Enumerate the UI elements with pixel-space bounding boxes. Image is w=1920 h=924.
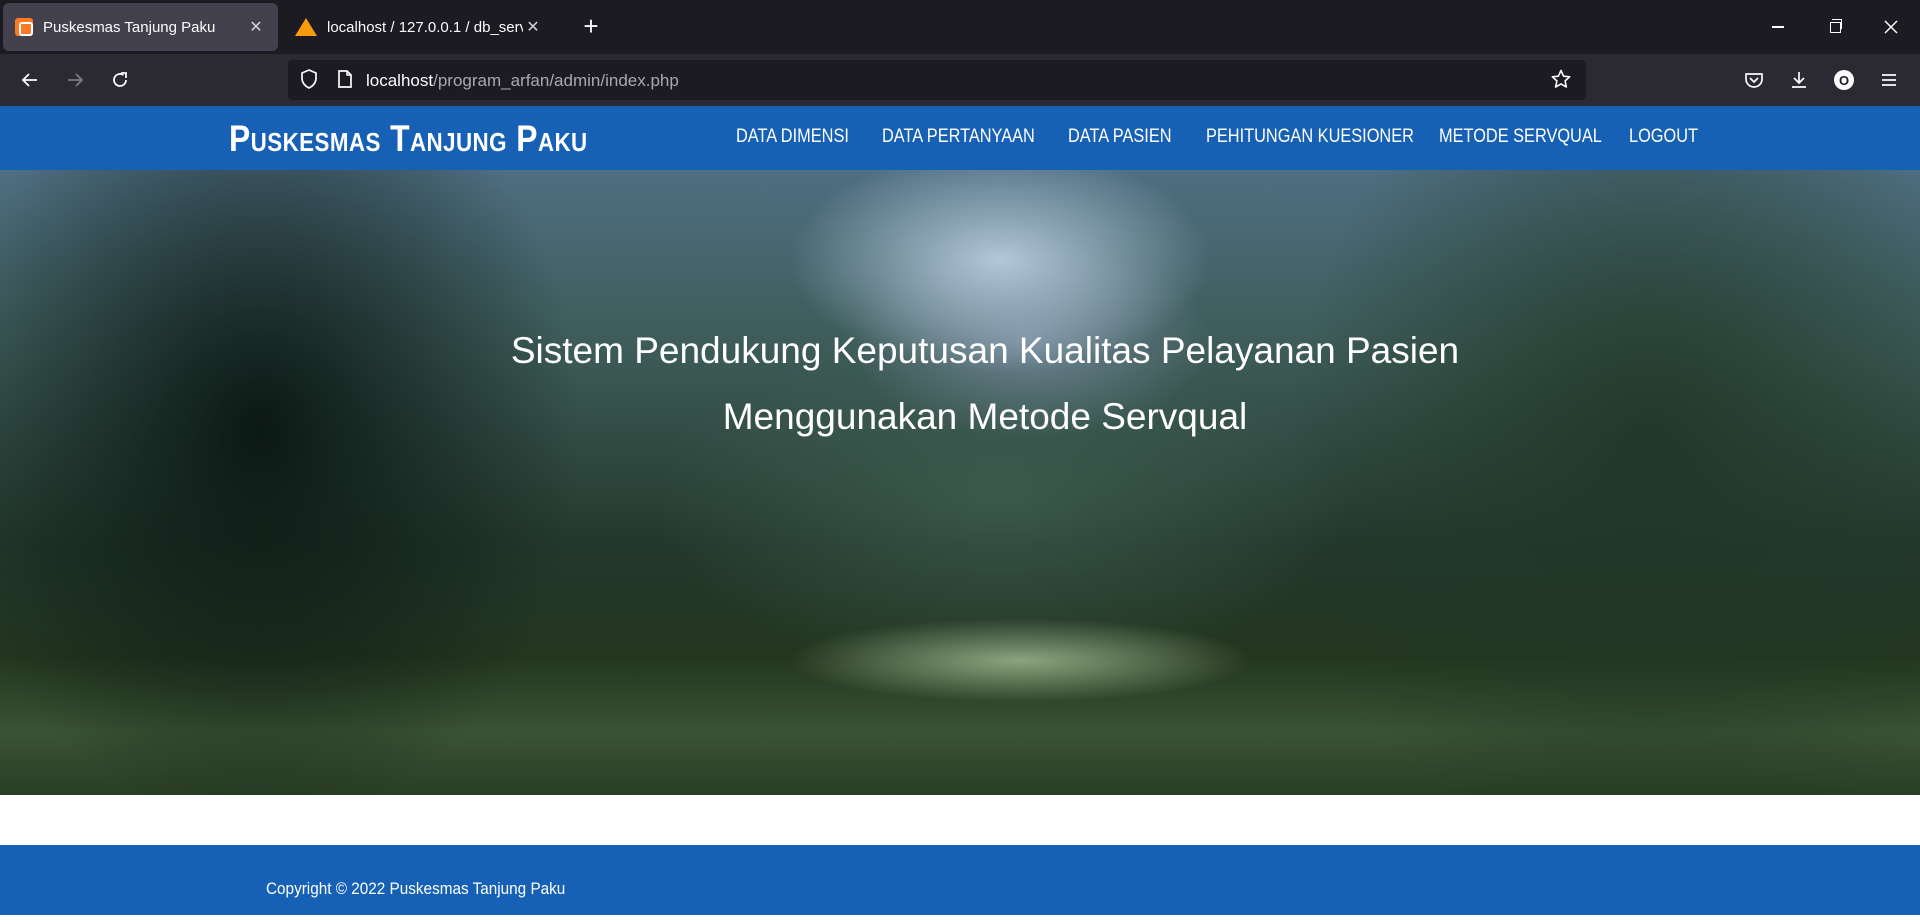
site-footer: Copyright © 2022 Puskesmas Tanjung Paku (0, 845, 1920, 915)
pocket-icon (1745, 73, 1763, 88)
shield-icon[interactable] (298, 68, 320, 95)
bookmark-star-icon[interactable] (1550, 68, 1572, 95)
url-bar[interactable]: localhost/program_arfan/admin/index.php (288, 60, 1586, 100)
close-icon[interactable]: ✕ (246, 17, 266, 37)
close-icon[interactable]: ✕ (523, 17, 543, 37)
nav-data-dimensi[interactable]: DATA DIMENSI (736, 126, 849, 148)
browser-toolbar: localhost/program_arfan/admin/index.php … (0, 54, 1920, 106)
nav-logout[interactable]: LOGOUT (1629, 126, 1698, 148)
restore-button[interactable] (1815, 10, 1855, 44)
minimize-button[interactable] (1758, 10, 1798, 44)
page-icon[interactable] (334, 68, 356, 95)
restore-icon (1829, 18, 1842, 33)
download-icon (1792, 72, 1806, 88)
url-host: localhost (366, 71, 434, 90)
browser-tab-strip: Puskesmas Tanjung Paku ✕ localhost / 127… (0, 0, 1920, 54)
pocket-button[interactable] (1738, 64, 1770, 96)
forward-button[interactable] (59, 64, 91, 96)
window-close-button[interactable] (1871, 10, 1911, 44)
minimize-icon (1772, 26, 1784, 28)
close-icon (1884, 20, 1898, 34)
url-path: /program_arfan/admin/index.php (433, 71, 679, 90)
tab-title: Puskesmas Tanjung Paku (43, 18, 216, 36)
nav-pehitungan-kuesioner[interactable]: PEHITUNGAN KUESIONER (1206, 126, 1414, 148)
site-header: Puskesmas Tanjung Paku DATA DIMENSI DATA… (0, 106, 1920, 170)
arrow-right-icon (68, 73, 84, 87)
hamburger-menu-icon (1882, 74, 1896, 86)
url-text[interactable]: localhost/program_arfan/admin/index.php (366, 71, 679, 91)
hero-title-line2: Menggunakan Metode Servqual (722, 396, 1248, 437)
tab-phpmyadmin[interactable]: localhost / 127.0.0.1 / db_servqual ✕ (283, 3, 555, 51)
arrow-left-icon (21, 73, 37, 87)
phpmyadmin-icon (295, 18, 317, 36)
hero-title-line1: Sistem Pendukung Keputusan Kualitas Pela… (510, 330, 1460, 371)
nav-data-pasien[interactable]: DATA PASIEN (1068, 126, 1172, 148)
xampp-icon (15, 18, 33, 36)
reload-icon (113, 72, 127, 87)
account-avatar-icon: O (1834, 70, 1854, 90)
nav-data-pertanyaan[interactable]: DATA PERTANYAAN (882, 126, 1035, 148)
nav-metode-servqual[interactable]: METODE SERVQUAL (1439, 126, 1602, 148)
copyright-text: Copyright © 2022 Puskesmas Tanjung Paku (266, 879, 566, 898)
new-tab-button[interactable]: + (576, 12, 606, 42)
app-menu-button[interactable] (1873, 64, 1905, 96)
reload-button[interactable] (104, 64, 136, 96)
back-button[interactable] (14, 64, 46, 96)
hero-banner: Sistem Pendukung Keputusan Kualitas Pela… (0, 170, 1920, 795)
downloads-button[interactable] (1783, 64, 1815, 96)
tab-puskesmas[interactable]: Puskesmas Tanjung Paku ✕ (3, 3, 278, 51)
site-brand[interactable]: Puskesmas Tanjung Paku (229, 118, 588, 160)
account-button[interactable]: O (1828, 64, 1860, 96)
tab-title: localhost / 127.0.0.1 / db_servqual (327, 18, 523, 36)
